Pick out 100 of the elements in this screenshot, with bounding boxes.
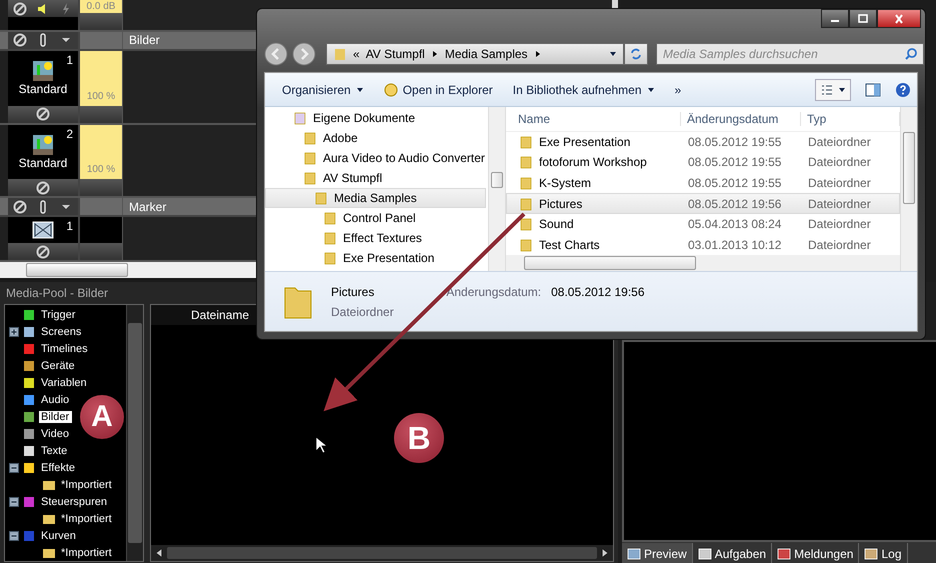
nav-tree-item[interactable]: Effect Textures — [265, 228, 488, 248]
horizontal-scrollbar[interactable] — [151, 545, 613, 561]
nav-tree-item[interactable]: Exe Presentation — [265, 248, 488, 268]
horizontal-scrollbar[interactable] — [506, 255, 900, 271]
track-group-title: Marker — [128, 200, 166, 214]
caret-icon[interactable] — [646, 86, 655, 94]
track-control-bar — [80, 179, 122, 196]
tree-item[interactable]: Timelines — [39, 342, 90, 354]
scroll-thumb[interactable] — [128, 323, 142, 543]
minimize-button[interactable] — [821, 9, 849, 28]
caret-icon[interactable] — [838, 86, 846, 94]
tree-item[interactable]: Texte — [39, 444, 70, 456]
tree-item[interactable]: *Importiert — [59, 546, 114, 558]
expander-icon[interactable] — [9, 496, 19, 506]
track-group-title: Bilder — [128, 33, 160, 48]
breadcrumb[interactable]: « — [353, 46, 360, 60]
scroll-thumb[interactable] — [26, 263, 128, 278]
scroll-thumb[interactable] — [903, 132, 915, 204]
file-row[interactable]: Exe Presentation 08.05.2012 19:55 Dateiordner — [506, 132, 900, 152]
expander-icon[interactable] — [9, 326, 19, 336]
nav-tree-item[interactable]: Adobe — [265, 128, 488, 148]
folder-icon — [519, 176, 533, 190]
tree-item[interactable]: Trigger — [39, 308, 78, 320]
expander-icon[interactable] — [9, 530, 19, 540]
expander-icon[interactable] — [9, 462, 19, 472]
more-button[interactable]: » — [668, 80, 688, 100]
panel-tab[interactable]: Aufgaben — [692, 543, 772, 563]
file-row[interactable]: fotoforum Workshop 08.05.2012 19:55 Dateiordner — [506, 152, 900, 173]
panel-title: Media-Pool - Bilder — [5, 285, 110, 302]
tree-item[interactable]: Screens — [39, 326, 84, 338]
folder-icon — [519, 155, 533, 170]
file-row[interactable]: Pictures 08.05.2012 19:56 Dateiordner — [506, 193, 900, 214]
toolbar-button[interactable]: Organisieren — [275, 80, 371, 100]
breadcrumb[interactable]: AV Stumpfl — [366, 46, 425, 60]
folder-icon — [303, 171, 317, 185]
column-header[interactable]: Name — [506, 112, 681, 126]
chevron-icon[interactable] — [534, 50, 542, 58]
tab-icon[interactable] — [777, 547, 792, 561]
tree-item[interactable]: Audio — [39, 394, 72, 406]
close-icon[interactable] — [893, 14, 905, 24]
tree-item[interactable]: Bilder — [39, 410, 72, 422]
tree-item[interactable]: Geräte — [39, 360, 77, 372]
chevron-icon[interactable] — [430, 50, 439, 58]
tree-item[interactable]: Effekte — [39, 462, 78, 474]
tree-item[interactable]: *Importiert — [59, 478, 114, 490]
nav-tree-item[interactable]: Media Samples — [265, 188, 486, 208]
panel-tab[interactable]: Preview — [622, 543, 693, 563]
tree-item[interactable]: Video — [39, 428, 71, 440]
tab-icon[interactable] — [864, 547, 878, 561]
toolbar-button[interactable]: Open in Explorer — [376, 80, 500, 100]
help-icon[interactable] — [895, 82, 911, 98]
media-type-icon — [22, 376, 36, 390]
vertical-scrollbar[interactable] — [126, 305, 143, 561]
preview-pane-icon[interactable] — [865, 82, 881, 98]
column-header[interactable]: Änderungsdatum — [681, 112, 801, 126]
forward-button[interactable] — [292, 42, 316, 66]
folder-icon — [303, 131, 317, 145]
refresh-icon[interactable] — [629, 46, 643, 60]
tree-item[interactable]: *Importiert — [59, 512, 114, 524]
search-field[interactable]: Media Samples durchsuchen — [656, 42, 924, 64]
column-header[interactable]: Dateiname — [191, 308, 250, 322]
file-row[interactable]: Sound 05.04.2013 08:24 Dateiordner — [506, 214, 900, 235]
panel-tab[interactable]: Log — [859, 543, 908, 563]
scroll-thumb[interactable] — [167, 547, 597, 559]
caret-icon[interactable] — [356, 86, 364, 94]
opacity-reading: 100 % — [86, 163, 116, 176]
maximize-icon[interactable] — [857, 14, 869, 24]
back-button[interactable] — [264, 42, 288, 66]
nav-tree-item[interactable]: Aura Video to Audio Converter — [265, 148, 488, 168]
close-button[interactable] — [877, 9, 921, 28]
scroll-thumb[interactable] — [524, 256, 696, 270]
panel-tab[interactable]: Meldungen — [772, 543, 860, 563]
folder-icon — [303, 151, 317, 165]
refresh-button[interactable] — [624, 42, 648, 64]
tree-item[interactable]: Steuerspuren — [39, 496, 110, 508]
maximize-button[interactable] — [849, 9, 877, 28]
dropdown-icon[interactable] — [609, 50, 617, 58]
list-icon[interactable] — [820, 82, 834, 96]
file-type: Dateiordner — [807, 155, 872, 170]
folder-icon — [314, 191, 328, 205]
nav-tree-item[interactable]: AV Stumpfl — [265, 168, 488, 188]
folder-icon — [519, 238, 533, 252]
nav-tree-item[interactable]: Control Panel — [265, 208, 488, 228]
details-type: Dateiordner — [331, 304, 394, 318]
breadcrumb[interactable]: Media Samples — [444, 46, 528, 60]
tree-item[interactable]: Variablen — [39, 376, 89, 388]
tab-icon[interactable] — [627, 547, 641, 561]
toolbar-button[interactable]: In Bibliothek aufnehmen — [506, 80, 662, 100]
tree-item[interactable]: Kurven — [39, 530, 78, 542]
file-row[interactable]: K-System 08.05.2012 19:55 Dateiordner — [506, 172, 900, 194]
nav-tree-item[interactable]: Eigene Dokumente — [265, 108, 488, 128]
media-type-icon — [22, 324, 36, 338]
tab-icon[interactable] — [698, 547, 712, 561]
mouse-pointer-icon — [316, 436, 328, 454]
file-type: Dateiordner — [807, 238, 872, 252]
file-row[interactable]: Test Charts 03.01.2013 10:12 Dateiordner — [506, 234, 900, 256]
file-type: Dateiordner — [807, 217, 872, 232]
address-bar[interactable]: « AV Stumpfl Media Samples — [326, 42, 624, 64]
view-options-button[interactable] — [815, 78, 851, 100]
scroll-thumb[interactable] — [491, 172, 503, 188]
